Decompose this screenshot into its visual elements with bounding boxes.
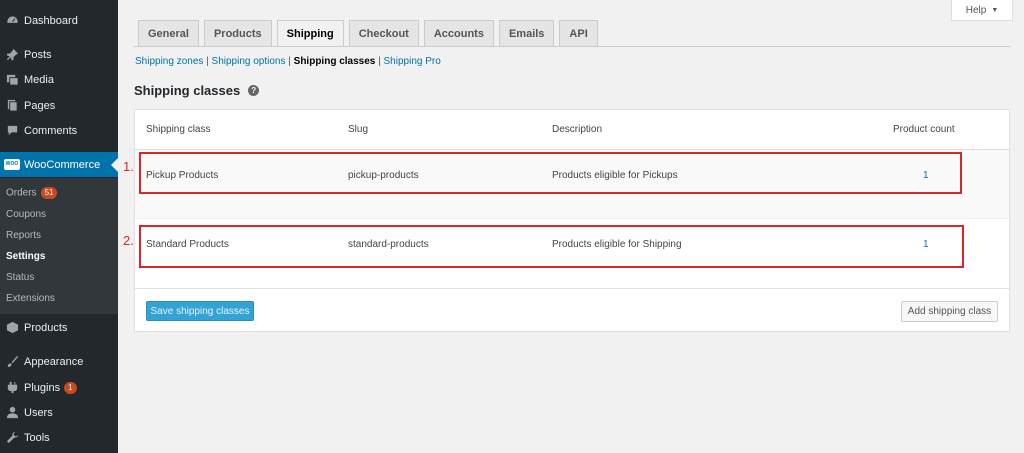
settings-tabs: General Products Shipping Checkout Accou… <box>138 20 598 47</box>
shipping-section-links: Shipping zones | Shipping options | Ship… <box>135 56 441 67</box>
brush-icon <box>0 355 24 368</box>
help-dropdown-button[interactable]: Help ▼ <box>951 0 1013 21</box>
box-icon <box>0 321 24 334</box>
submenu-extensions[interactable]: Extensions <box>6 293 55 304</box>
woocommerce-submenu: Orders 51 Coupons Reports Settings Status… <box>0 178 118 314</box>
menu-appearance[interactable]: Appearance <box>0 349 118 374</box>
chevron-down-icon: ▼ <box>991 6 999 14</box>
woo-icon: WOO <box>0 159 24 170</box>
media-icon <box>0 73 24 86</box>
help-icon[interactable]: ? <box>248 85 260 96</box>
plugins-update-badge: 1 <box>64 381 77 394</box>
page-title: Shipping classes ? <box>134 83 260 98</box>
annotation-box <box>139 225 964 268</box>
submenu-reports[interactable]: Reports <box>6 230 41 241</box>
tab-api[interactable]: API <box>559 20 598 47</box>
menu-pages[interactable]: Pages <box>0 93 118 118</box>
pages-icon <box>0 99 24 112</box>
menu-plugins[interactable]: Plugins 1 <box>0 375 118 400</box>
add-shipping-class-button[interactable]: Add shipping class <box>901 301 998 322</box>
tab-shipping[interactable]: Shipping <box>276 20 344 47</box>
column-header-shipping-class: Shipping class <box>146 124 211 135</box>
link-shipping-classes[interactable]: Shipping classes <box>294 56 376 67</box>
annotation-number: 1. <box>123 159 134 174</box>
tab-accounts[interactable]: Accounts <box>423 20 494 47</box>
plugin-icon <box>0 381 24 394</box>
submenu-status[interactable]: Status <box>6 272 34 283</box>
menu-tools[interactable]: Tools <box>0 425 118 450</box>
column-header-slug: Slug <box>348 124 369 135</box>
menu-dashboard[interactable]: Dashboard <box>0 8 118 33</box>
save-shipping-classes-button[interactable]: Save shipping classes <box>146 301 254 321</box>
wrench-icon <box>0 431 24 444</box>
column-header-product-count: Product count <box>893 124 955 135</box>
active-menu-arrow <box>111 158 118 172</box>
submenu-coupons[interactable]: Coupons <box>6 209 46 220</box>
tab-products[interactable]: Products <box>203 20 272 47</box>
tab-emails[interactable]: Emails <box>498 20 555 47</box>
link-shipping-pro[interactable]: Shipping Pro <box>384 56 441 67</box>
shipping-classes-table: Shipping class Slug Description Product … <box>134 109 1010 332</box>
user-icon <box>0 406 24 419</box>
link-separator: | <box>375 56 384 67</box>
tab-general[interactable]: General <box>138 20 199 47</box>
submenu-settings[interactable]: Settings <box>6 251 45 262</box>
column-header-description: Description <box>552 124 603 135</box>
link-shipping-zones[interactable]: Shipping zones <box>135 56 203 67</box>
comments-icon <box>0 124 24 137</box>
tab-checkout[interactable]: Checkout <box>348 20 419 47</box>
table-header-row: Shipping class Slug Description Product … <box>135 110 1009 150</box>
menu-posts[interactable]: Posts <box>0 42 118 67</box>
tabs-divider <box>134 46 1010 47</box>
menu-media[interactable]: Media <box>0 67 118 92</box>
link-separator: | <box>203 56 212 67</box>
pin-icon <box>0 48 24 61</box>
table-footer: Save shipping classes Add shipping class <box>135 288 1009 331</box>
orders-count-badge: 51 <box>40 187 58 199</box>
annotation-number: 2. <box>123 233 134 248</box>
link-separator: | <box>285 56 294 67</box>
annotation-box <box>139 152 962 194</box>
link-shipping-options[interactable]: Shipping options <box>212 56 286 67</box>
admin-sidebar: Dashboard Posts Media Pages Comments WOO… <box>0 0 118 453</box>
dashboard-icon <box>0 14 24 27</box>
menu-comments[interactable]: Comments <box>0 118 118 143</box>
menu-users[interactable]: Users <box>0 400 118 425</box>
menu-woocommerce[interactable]: WOO WooCommerce <box>0 152 118 177</box>
menu-products[interactable]: Products <box>0 315 118 340</box>
submenu-orders[interactable]: Orders 51 <box>6 187 58 199</box>
